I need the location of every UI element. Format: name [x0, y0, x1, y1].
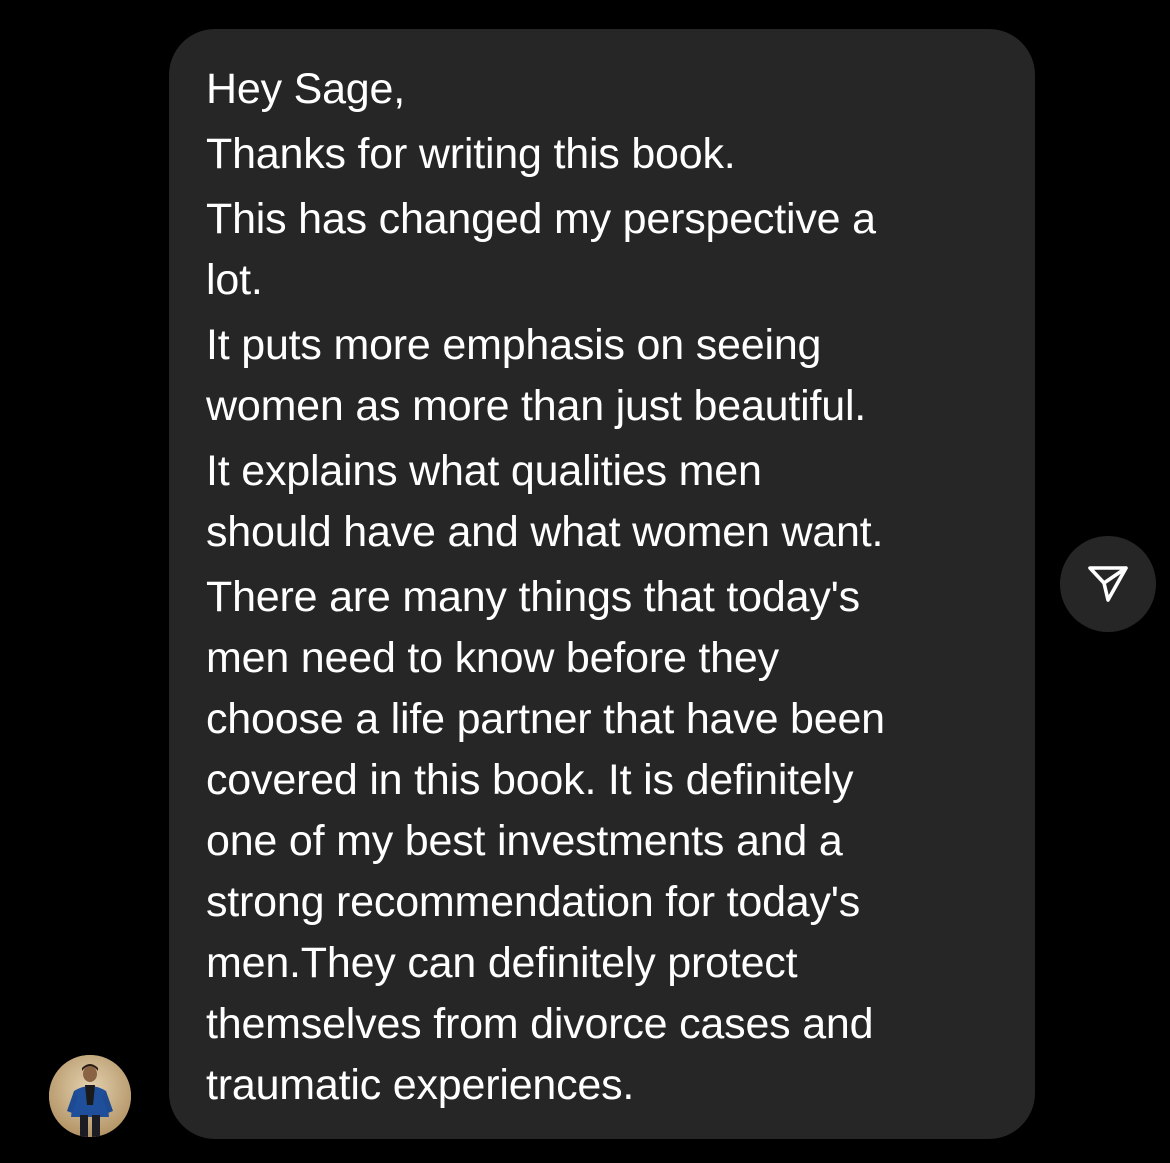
message-line: Hey Sage, — [206, 65, 405, 113]
message-line: strong recommendation for today's — [206, 878, 861, 926]
message-line: It puts more emphasis on seeing — [206, 321, 822, 369]
message-line: should have and what women want. — [206, 508, 884, 556]
message-line: traumatic experiences. — [206, 1061, 635, 1109]
message-line: covered in this book. It is definitely — [206, 756, 854, 804]
message-line: There are many things that today's — [206, 573, 860, 621]
message-line: Thanks for writing this book. — [206, 130, 736, 178]
message-line: lot. — [206, 256, 263, 304]
message-line: themselves from divorce cases and — [206, 1000, 874, 1048]
message-line: men need to know before they — [206, 634, 779, 682]
message-line: men.They can definitely protect — [206, 939, 798, 987]
avatar-photo — [49, 1055, 131, 1137]
share-button[interactable] — [1060, 536, 1156, 632]
message-line: women as more than just beautiful. — [206, 382, 867, 430]
send-icon — [1088, 566, 1128, 602]
message-line: one of my best investments and a — [206, 817, 843, 865]
message-line: choose a life partner that have been — [206, 695, 885, 743]
message-bubble[interactable]: Hey Sage, Thanks for writing this book. … — [169, 29, 1035, 1139]
message-line: It explains what qualities men — [206, 447, 762, 495]
message-line: This has changed my perspective a — [206, 195, 876, 243]
sender-avatar[interactable] — [49, 1055, 131, 1137]
